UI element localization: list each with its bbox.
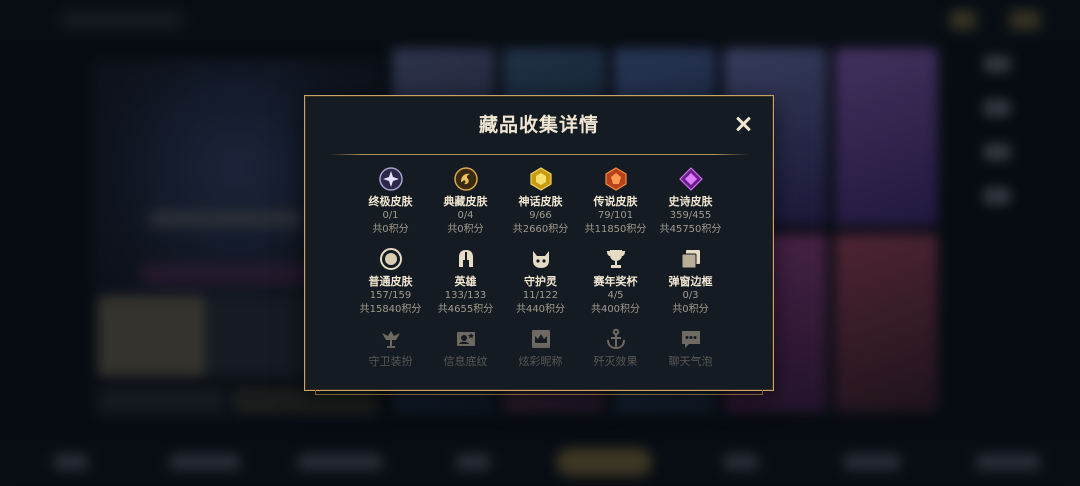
collection-item[interactable]: 歼灭效果 xyxy=(578,326,653,402)
trophy-icon xyxy=(603,246,629,272)
collection-count: 0/4 xyxy=(457,210,474,221)
collection-name: 守护灵 xyxy=(524,275,557,288)
common-circle-icon xyxy=(378,246,404,272)
collection-item[interactable]: 神话皮肤 9/66 共2660积分 xyxy=(503,166,578,242)
ward-icon xyxy=(378,326,404,352)
collection-score: 共11850积分 xyxy=(584,224,647,235)
collection-item[interactable]: 英雄 133/133 共4655积分 xyxy=(428,246,503,322)
collection-name: 英雄 xyxy=(454,275,477,288)
screen: 藏品收集详情 终极皮肤 0/1 共0积分 典藏皮肤 0/4 共0积分 神话皮肤 9/66 共26… xyxy=(0,0,1080,486)
collection-count: 157/159 xyxy=(369,290,412,301)
collection-item[interactable]: 信息底纹 xyxy=(428,326,503,402)
collection-item[interactable]: 典藏皮肤 0/4 共0积分 xyxy=(428,166,503,242)
collection-name: 典藏皮肤 xyxy=(443,195,488,208)
collection-item[interactable]: 弹窗边框 0/3 共0积分 xyxy=(653,246,728,322)
collection-item[interactable]: 史诗皮肤 359/455 共45750积分 xyxy=(653,166,728,242)
collection-count: 0/1 xyxy=(382,210,399,221)
collection-count: 79/101 xyxy=(597,210,634,221)
collection-name: 歼灭效果 xyxy=(593,355,638,368)
collection-count: 9/66 xyxy=(529,210,552,221)
collection-name: 史诗皮肤 xyxy=(668,195,713,208)
collection-name: 终极皮肤 xyxy=(368,195,413,208)
collection-score: 共4655积分 xyxy=(437,304,494,315)
collection-item[interactable]: 聊天气泡 xyxy=(653,326,728,402)
collection-count: 11/122 xyxy=(522,290,559,301)
dragon-emblem-icon xyxy=(453,166,479,192)
collection-item[interactable]: 普通皮肤 157/159 共15840积分 xyxy=(353,246,428,322)
frame-stack-icon xyxy=(678,246,704,272)
crown-card-icon xyxy=(528,326,554,352)
collection-item[interactable]: 守护灵 11/122 共440积分 xyxy=(503,246,578,322)
collection-details-dialog: 藏品收集详情 终极皮肤 0/1 共0积分 典藏皮肤 0/4 共0积分 神话皮肤 9/66 共26… xyxy=(304,95,774,395)
collection-count: 133/133 xyxy=(444,290,487,301)
collection-count: 359/455 xyxy=(669,210,712,221)
collection-name: 守卫装扮 xyxy=(368,355,413,368)
title-divider xyxy=(329,154,749,155)
helmet-icon xyxy=(453,246,479,272)
collection-score: 共2660积分 xyxy=(512,224,569,235)
collection-count: 0/3 xyxy=(682,290,699,301)
ultimate-gem-icon xyxy=(378,166,404,192)
chat-bubble-icon xyxy=(678,326,704,352)
collection-score: 共0积分 xyxy=(447,224,484,235)
profile-banner-icon xyxy=(453,326,479,352)
collection-item[interactable]: 赛年奖杯 4/5 共400积分 xyxy=(578,246,653,322)
collection-name: 神话皮肤 xyxy=(518,195,563,208)
collection-name: 弹窗边框 xyxy=(668,275,713,288)
collection-score: 共15840积分 xyxy=(359,304,422,315)
close-icon[interactable] xyxy=(733,114,753,134)
collection-score: 共45750积分 xyxy=(659,224,722,235)
collection-count: 4/5 xyxy=(607,290,624,301)
collection-name: 炫彩昵称 xyxy=(518,355,563,368)
collection-name: 普通皮肤 xyxy=(368,275,413,288)
collection-grid: 终极皮肤 0/1 共0积分 典藏皮肤 0/4 共0积分 神话皮肤 9/66 共2660积分 传说皮… xyxy=(353,166,725,402)
collection-item[interactable]: 炫彩昵称 xyxy=(503,326,578,402)
collection-name: 信息底纹 xyxy=(443,355,488,368)
collection-name: 传说皮肤 xyxy=(593,195,638,208)
collection-score: 共440积分 xyxy=(515,304,566,315)
collection-score: 共0积分 xyxy=(672,304,709,315)
collection-item[interactable]: 终极皮肤 0/1 共0积分 xyxy=(353,166,428,242)
little-legend-icon xyxy=(528,246,554,272)
collection-item[interactable]: 守卫装扮 xyxy=(353,326,428,402)
collection-score: 共400积分 xyxy=(590,304,641,315)
epic-gem-icon xyxy=(678,166,704,192)
dialog-title: 藏品收集详情 xyxy=(478,114,599,136)
mythic-gem-icon xyxy=(528,166,554,192)
collection-score: 共0积分 xyxy=(372,224,409,235)
collection-item[interactable]: 传说皮肤 79/101 共11850积分 xyxy=(578,166,653,242)
collection-name: 赛年奖杯 xyxy=(593,275,638,288)
anchor-icon xyxy=(603,326,629,352)
collection-name: 聊天气泡 xyxy=(668,355,713,368)
legendary-gem-icon xyxy=(603,166,629,192)
